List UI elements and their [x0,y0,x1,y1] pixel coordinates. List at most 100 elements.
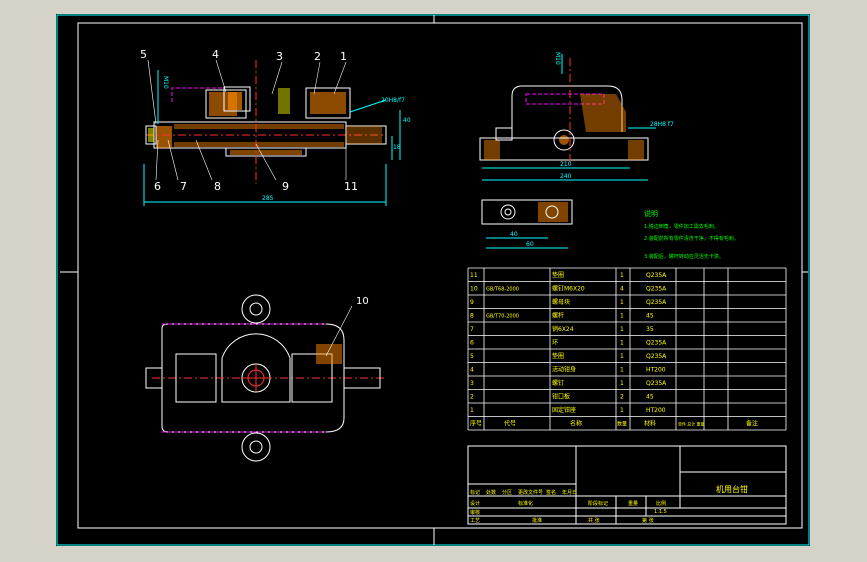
front-balloon-11: 11 [344,180,358,193]
tb-scale-value: 1:1.5 [654,509,667,515]
part-row-material: Q235A [646,272,667,279]
part-row-no: 10 [470,286,478,293]
part-row-material: Q235A [646,353,667,360]
tb-row-label-3: 更改文件号 [518,489,543,496]
side-dim-top: M10 [554,52,561,65]
plan-balloon-10: 10 [356,296,369,307]
notes-title: 说明 [644,209,658,218]
part-row-qty: 1 [620,272,624,279]
part-row-material: 45 [646,394,654,401]
front-balloon-2: 2 [314,50,321,63]
tb-weight: 重量 [628,500,638,507]
part-row-material: Q235A [646,286,667,293]
notes-line-1: 1.锐边倒角，零件加工需去毛刺。 [644,223,719,230]
tb-standard: 标准化 [518,500,533,507]
part-row-name: 垫圈 [552,352,564,360]
header-weight: 单件 总计 重量 [678,421,705,427]
front-dim-top-left: M10 [162,76,169,89]
technical-notes: 说明 1.锐边倒角，零件加工需去毛刺。 2.装配前所有零件清洗干净，不得有毛刺。… [644,209,739,260]
part-row-qty: 1 [620,367,624,374]
tb-stage: 阶段标记 [588,500,608,507]
part-row-qty: 2 [620,394,624,401]
part-row-no: 4 [470,367,474,374]
part-row-no: 9 [470,299,474,306]
tb-designer: 设计 [470,500,480,507]
side-view: 210 240 M10 28H8 f7 [479,52,674,181]
part-row-name: 螺钉 [552,379,564,387]
part-row-material: HT200 [646,367,666,374]
front-balloon-6: 6 [154,180,161,193]
front-balloon-5: 5 [140,48,147,61]
part-row-name: 钳口板 [552,393,570,401]
header-material: 材料 [644,420,656,428]
front-balloon-3: 3 [276,50,283,63]
part-row-material: 45 [646,313,654,320]
part-row-no: 2 [470,394,474,401]
front-view: 285 40 18 20H8/f7 M10 5 4 3 2 1 6 7 8 9 … [140,48,411,206]
part-row-qty: 1 [620,299,624,306]
part-row-no: 5 [470,353,474,360]
tb-row-label-5: 年月日 [562,489,577,496]
part-row-qty: 1 [620,380,624,387]
header-name: 名称 [570,420,582,428]
outer-frame [56,14,810,546]
side-dim-width-2: 240 [560,173,572,180]
slot-view: 40 60 [481,199,573,249]
inner-frame [77,22,803,529]
notes-line-3: 3.装配后，螺杆转动应灵活无卡滞。 [644,253,724,260]
part-row-qty: 4 [620,286,624,293]
part-row-qty: 1 [620,340,624,347]
tb-sheet-total: 共 张 [588,517,600,524]
part-row-code: GB/T68-2000 [486,287,519,293]
tb-scale: 比例 [656,500,666,507]
part-row-name: 垫圈 [552,271,564,279]
part-row-material: Q235A [646,299,667,306]
part-row-material: Q235A [646,340,667,347]
part-row-name: 螺杆 [552,312,564,320]
part-row-qty: 1 [620,326,624,333]
tb-approve: 批准 [532,517,542,524]
part-row-name: 螺母块 [552,298,570,306]
part-row-name: 螺钉M6X20 [552,285,585,293]
tb-row-label-4: 签名 [546,489,556,496]
front-balloon-4: 4 [212,48,219,61]
side-dim-right: 28H8 f7 [650,121,674,128]
part-row-no: 7 [470,326,474,333]
tb-row-label-2: 分区 [502,489,512,496]
part-row-no: 3 [470,380,474,387]
part-row-no: 8 [470,313,474,320]
tb-sheet-no: 第 张 [642,517,654,524]
header-remark: 备注 [746,420,758,428]
header-no: 序号 [470,420,482,428]
part-row-no: 6 [470,340,474,347]
side-dim-width-1: 210 [560,161,572,168]
front-balloon-8: 8 [214,180,221,193]
part-row-qty: 1 [620,407,624,414]
part-row-no: 1 [470,407,474,414]
cad-viewport: 285 40 18 20H8/f7 M10 5 4 3 2 1 6 7 8 9 … [0,0,867,562]
title-block: 机用台钳 标记 处数 分区 更改文件号 签名 年月日 设计 标准化 审核 工艺 … [467,445,787,525]
parts-table: 1 1 垫圈 1 Q235A 10 GB/T68-2000 螺钉M6X20 4 Q235A 9 螺母块… [467,267,787,431]
front-dim-bore: 20H8/f7 [381,97,405,104]
part-row-name: 环 [552,340,558,347]
drawing-canvas[interactable]: 285 40 18 20H8/f7 M10 5 4 3 2 1 6 7 8 9 … [56,14,810,546]
plan-view: 10 [145,294,386,462]
header-qty: 数量 [617,421,627,428]
part-row-qty: 1 [620,313,624,320]
slot-dim-1: 40 [510,231,518,238]
front-dim-side: 18 [393,144,401,151]
tb-row-label-0: 标记 [470,489,480,496]
part-row-qty: 1 [620,353,624,360]
part-row-material: Q235A [646,380,667,387]
front-dim-height: 40 [403,117,411,124]
front-dim-overall: 285 [262,195,274,202]
tb-row-label-1: 处数 [486,489,496,496]
part-row-name: 销6X24 [552,325,574,333]
tb-process: 工艺 [470,518,480,524]
part-row-material: 35 [646,326,654,333]
part-row-code: GB/T70-2000 [486,314,519,320]
front-balloon-1: 1 [340,50,347,63]
part-row-material: HT200 [646,407,666,414]
assembly-drawing: 285 40 18 20H8/f7 M10 5 4 3 2 1 6 7 8 9 … [56,14,810,546]
tb-review: 审核 [470,509,480,516]
